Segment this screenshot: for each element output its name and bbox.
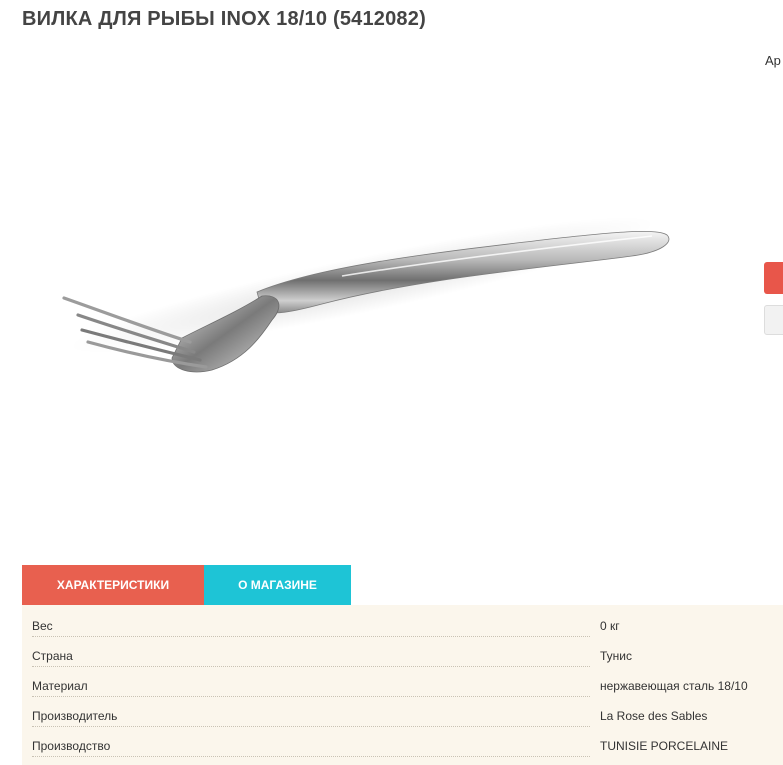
spec-name: Производство [32,739,117,753]
spec-value: нержавеющая сталь 18/10 [600,679,748,693]
spec-divider [32,666,590,667]
spec-value: 0 кг [600,619,620,633]
spec-name: Производитель [32,709,124,723]
article-label: Ар [765,53,781,68]
secondary-button[interactable] [764,305,783,335]
spec-divider [32,696,590,697]
spec-divider [32,636,590,637]
tab-about-shop[interactable]: О МАГАЗИНЕ [204,565,351,605]
spec-name: Вес [32,619,59,633]
buy-button[interactable] [764,262,783,294]
product-title: ВИЛКА ДЛЯ РЫБЫ INOX 18/10 (5412082) [22,8,426,30]
spec-row: Вес 0 кг [22,611,783,641]
spec-name: Страна [32,649,79,663]
spec-divider [32,726,590,727]
spec-row: Материал нержавеющая сталь 18/10 [22,671,783,701]
spec-value: Тунис [600,649,632,663]
spec-divider [32,756,590,757]
spec-name: Материал [32,679,94,693]
product-image[interactable] [22,80,742,540]
tab-characteristics[interactable]: ХАРАКТЕРИСТИКИ [22,565,204,605]
spec-row: Производство TUNISIE PORCELAINE [22,731,783,761]
fork-image [62,216,670,373]
spec-value: TUNISIE PORCELAINE [600,739,729,753]
specs-table: Вес 0 кг Страна Тунис Материал нержавеющ… [22,605,783,765]
spec-value: La Rose des Sables [600,709,708,723]
spec-row: Производитель La Rose des Sables [22,701,783,731]
spec-row: Страна Тунис [22,641,783,671]
tabs: ХАРАКТЕРИСТИКИ О МАГАЗИНЕ [22,565,351,605]
